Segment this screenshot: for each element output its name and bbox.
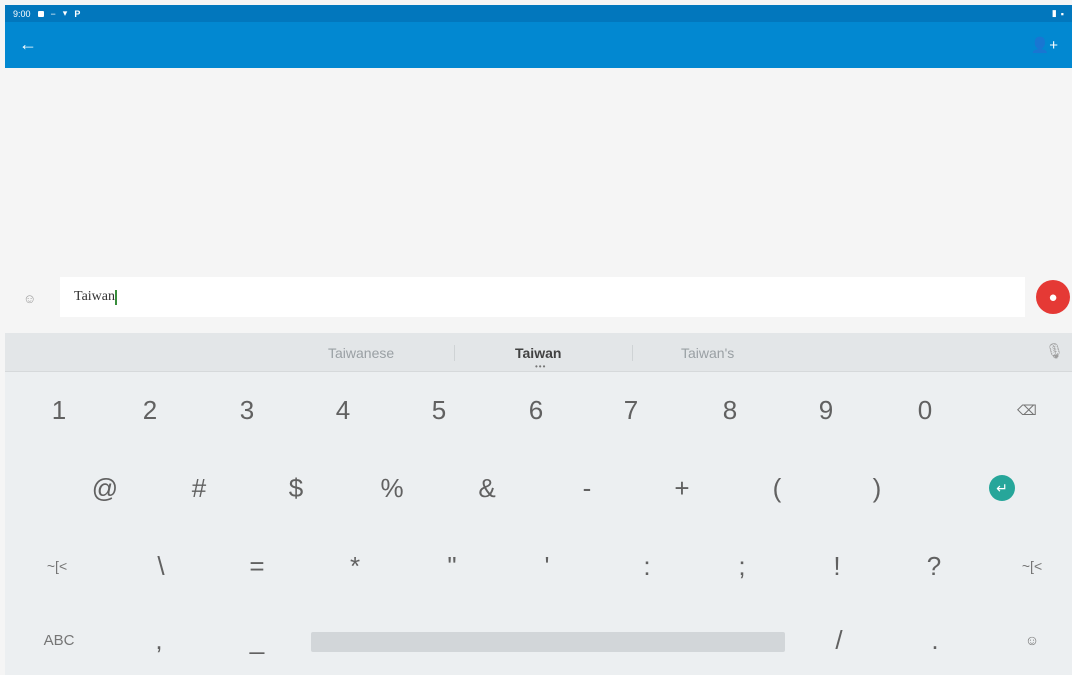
suggestion-more-dots: ••• xyxy=(535,362,547,371)
backspace-key[interactable]: ⌫ xyxy=(995,373,1059,447)
enter-key[interactable]: ↵ xyxy=(970,451,1034,525)
key-0[interactable]: 0 xyxy=(893,373,957,447)
key-plus[interactable]: + xyxy=(650,451,714,525)
enter-icon: ↵ xyxy=(989,475,1015,501)
key-2[interactable]: 2 xyxy=(118,373,182,447)
arrow-left-icon[interactable]: ← xyxy=(19,34,37,55)
emoji-icon: ☺ xyxy=(1024,632,1040,648)
key-8[interactable]: 8 xyxy=(698,373,762,447)
key-percent[interactable]: % xyxy=(360,451,424,525)
compose-row: ☺ Taiwan ● xyxy=(5,277,1072,321)
app-bar: ← 👤+ xyxy=(5,22,1072,68)
key-dollar[interactable]: $ xyxy=(264,451,328,525)
keyboard: Taiwanese Taiwan ••• Taiwan's 🎙 1 2 3 4 … xyxy=(5,333,1072,675)
key-ampersand[interactable]: & xyxy=(455,451,519,525)
key-9[interactable]: 9 xyxy=(794,373,858,447)
key-4[interactable]: 4 xyxy=(311,373,375,447)
key-question[interactable]: ? xyxy=(902,529,966,603)
emoji-icon[interactable]: ☺ xyxy=(23,291,36,306)
download-icon: ▾ xyxy=(62,8,68,18)
suggestion-divider xyxy=(632,345,633,361)
status-bar: 9:00 − ▾ P ▮ ▪ xyxy=(5,5,1072,22)
conversation-area xyxy=(5,68,1072,278)
suggestion-divider xyxy=(454,345,455,361)
key-at[interactable]: @ xyxy=(73,451,137,525)
suggestion-center[interactable]: Taiwan xyxy=(515,345,561,361)
message-text: Taiwan xyxy=(74,289,116,304)
suggestion-left[interactable]: Taiwanese xyxy=(328,345,394,361)
key-period[interactable]: . xyxy=(903,605,967,675)
key-close-paren[interactable]: ) xyxy=(845,451,909,525)
key-minus[interactable]: - xyxy=(555,451,619,525)
text-cursor xyxy=(115,289,118,305)
key-equals[interactable]: = xyxy=(225,529,289,603)
person-icon: ● xyxy=(1048,288,1058,306)
key-exclamation[interactable]: ! xyxy=(805,529,869,603)
key-asterisk[interactable]: * xyxy=(323,529,387,603)
key-1[interactable]: 1 xyxy=(27,373,91,447)
notification-icon xyxy=(37,10,44,17)
add-person-icon[interactable]: 👤+ xyxy=(1031,36,1058,54)
key-open-paren[interactable]: ( xyxy=(745,451,809,525)
key-backslash[interactable]: \ xyxy=(129,529,193,603)
key-underscore[interactable]: _ xyxy=(225,605,289,675)
suggestion-bar: Taiwanese Taiwan ••• Taiwan's 🎙 xyxy=(5,333,1072,372)
battery-icon: ▮ xyxy=(1051,8,1057,18)
key-7[interactable]: 7 xyxy=(599,373,663,447)
key-3[interactable]: 3 xyxy=(215,373,279,447)
key-semicolon[interactable]: ; xyxy=(710,529,774,603)
status-time: 9:00 xyxy=(13,8,31,19)
more-symbols-left-key[interactable]: ~[< xyxy=(25,529,89,603)
message-input[interactable]: Taiwan xyxy=(60,277,1025,317)
status-right: ▮ ▪ xyxy=(1052,8,1064,19)
minus-icon: − xyxy=(50,8,56,19)
key-hash[interactable]: # xyxy=(167,451,231,525)
spacebar[interactable] xyxy=(311,632,785,652)
key-slash[interactable]: / xyxy=(807,605,871,675)
abc-key[interactable]: ABC xyxy=(27,605,91,675)
key-comma[interactable]: , xyxy=(127,605,191,675)
emoji-key[interactable]: ☺ xyxy=(1000,605,1064,675)
signal-icon: ▪ xyxy=(1060,8,1064,19)
backspace-icon: ⌫ xyxy=(1017,401,1037,418)
send-button[interactable]: ● xyxy=(1036,280,1070,314)
mic-icon[interactable]: 🎙 xyxy=(1045,342,1064,360)
status-left: 9:00 − ▾ P xyxy=(13,8,80,19)
key-single-quote[interactable]: ' xyxy=(515,529,579,603)
suggestion-right[interactable]: Taiwan's xyxy=(681,345,734,361)
key-colon[interactable]: : xyxy=(615,529,679,603)
p-icon: P xyxy=(74,8,81,19)
more-symbols-right-key[interactable]: ~[< xyxy=(1000,529,1064,603)
key-double-quote[interactable]: " xyxy=(420,529,484,603)
key-6[interactable]: 6 xyxy=(504,373,568,447)
key-5[interactable]: 5 xyxy=(407,373,471,447)
